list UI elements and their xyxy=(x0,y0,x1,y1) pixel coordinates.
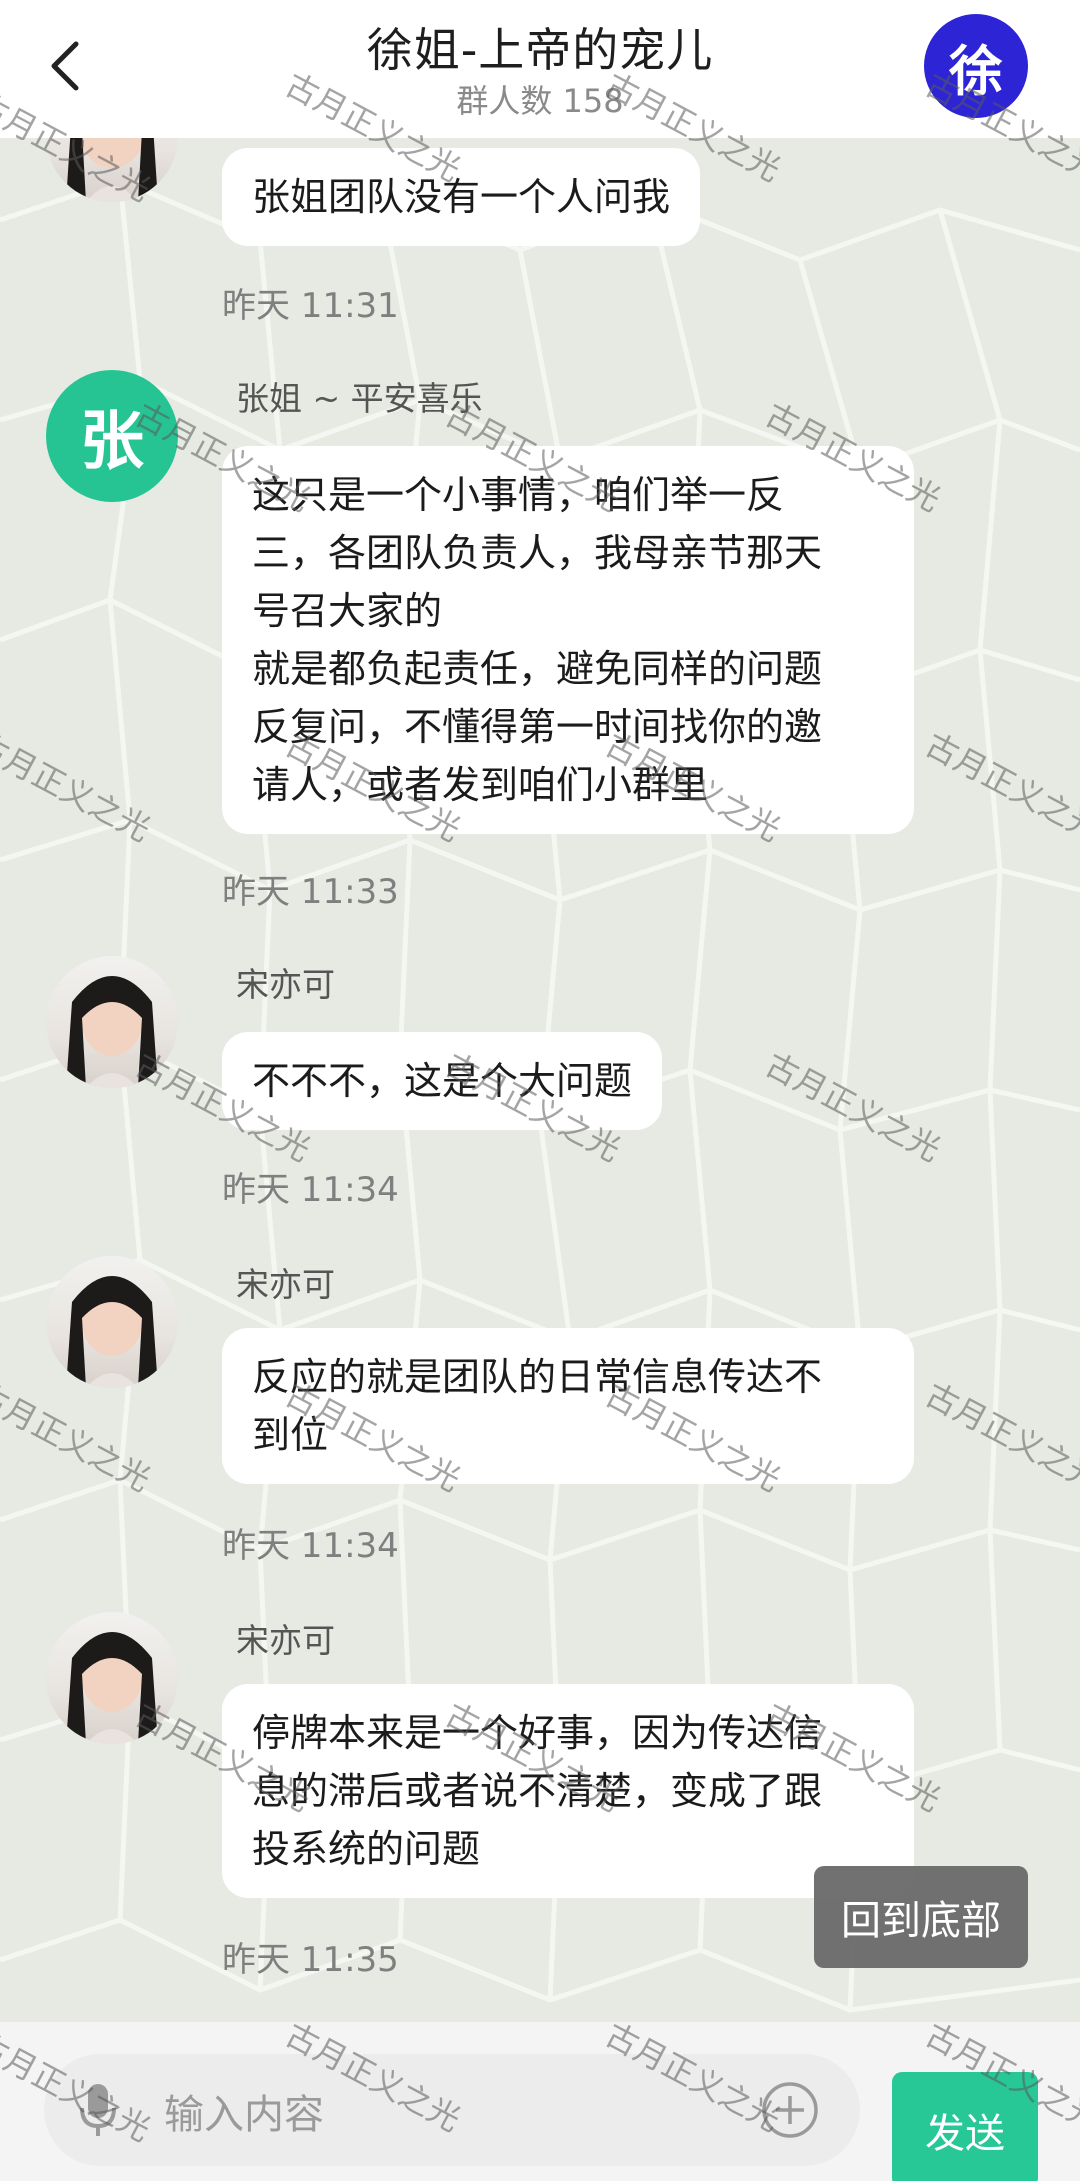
chat-title: 徐姐-上帝的宠儿 xyxy=(366,23,714,77)
message-time: 昨天 11:33 xyxy=(222,872,399,912)
portrait-icon xyxy=(66,1276,158,1388)
message-list: 张姐团队没有一个人问我 昨天 11:31 张 张姐 ~ 平安喜乐 这只是一个小事… xyxy=(0,0,1080,2181)
message-text: 张姐团队没有一个人问我 xyxy=(252,175,671,219)
sender-name: 宋亦可 xyxy=(236,965,335,1004)
message-time: 昨天 11:34 xyxy=(222,1526,399,1566)
message-line: 三，各团队负责人，我母亲节那天 xyxy=(252,531,823,575)
portrait-icon xyxy=(66,1632,158,1744)
message-input[interactable]: 输入内容 xyxy=(44,2054,860,2166)
input-placeholder: 输入内容 xyxy=(164,2092,324,2138)
chat-header: 徐姐-上帝的宠儿 群人数 158 徐 xyxy=(0,0,1080,138)
avatar[interactable]: 张 xyxy=(46,370,178,502)
message-bubble[interactable]: 反应的就是团队的日常信息传达不 到位 xyxy=(222,1328,914,1484)
message-bubble[interactable]: 这只是一个小事情，咱们举一反 三，各团队负责人，我母亲节那天 号召大家的 就是都… xyxy=(222,446,914,834)
message-time: 昨天 11:34 xyxy=(222,1170,399,1210)
sender-name: 宋亦可 xyxy=(236,1265,335,1304)
plus-icon[interactable] xyxy=(760,2080,820,2140)
message-line: 反应的就是团队的日常信息传达不 xyxy=(252,1355,823,1399)
sender-name: 张姐 ~ 平安喜乐 xyxy=(236,379,483,418)
avatar[interactable] xyxy=(46,1256,178,1388)
member-count: 群人数 158 xyxy=(456,82,624,120)
message-time: 昨天 11:31 xyxy=(222,286,399,326)
send-button[interactable]: 发送 xyxy=(892,2072,1038,2181)
message-line: 到位 xyxy=(252,1413,329,1457)
back-to-bottom-button[interactable]: 回到底部 xyxy=(814,1866,1028,1968)
message-line: 就是都负起责任，避免同样的问题 xyxy=(252,647,823,691)
message-line: 息的滞后或者说不清楚，变成了跟 xyxy=(252,1769,823,1813)
group-avatar[interactable]: 徐 xyxy=(924,14,1028,118)
message-bubble[interactable]: 不不不，这是个大问题 xyxy=(222,1032,663,1130)
message-text: 不不不，这是个大问题 xyxy=(252,1059,633,1103)
message-line: 反复问，不懂得第一时间找你的邀 xyxy=(252,705,823,749)
message-line: 投系统的问题 xyxy=(252,1827,481,1871)
portrait-icon xyxy=(66,976,158,1088)
sender-name: 宋亦可 xyxy=(236,1621,335,1660)
avatar[interactable] xyxy=(46,956,178,1088)
message-bubble[interactable]: 张姐团队没有一个人问我 xyxy=(222,148,701,246)
message-line: 这只是一个小事情，咱们举一反 xyxy=(252,473,785,517)
message-line: 号召大家的 xyxy=(252,589,443,633)
avatar[interactable] xyxy=(46,1612,178,1744)
input-bar: 输入内容 发送 xyxy=(0,2022,1080,2181)
message-time: 昨天 11:35 xyxy=(222,1940,399,1980)
microphone-icon[interactable] xyxy=(78,2080,118,2140)
message-line: 请人，或者发到咱们小群里 xyxy=(252,763,709,807)
message-bubble[interactable]: 停牌本来是一个好事，因为传达信 息的滞后或者说不清楚，变成了跟 投系统的问题 xyxy=(222,1684,914,1898)
message-line: 停牌本来是一个好事，因为传达信 xyxy=(252,1711,823,1755)
